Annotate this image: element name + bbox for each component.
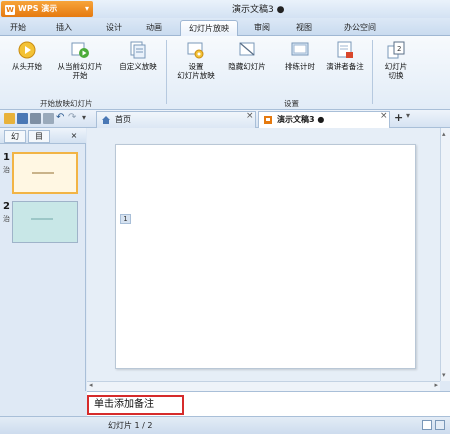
tab-design[interactable]: 设计: [102, 20, 126, 36]
ribbon-divider: [372, 40, 373, 104]
tab-slideshow[interactable]: 幻灯片放映: [180, 20, 238, 36]
slide-transition-button[interactable]: 2 幻灯片 切换: [376, 40, 416, 80]
menu-bar: 开始 插入 设计 动画 幻灯片放映 审阅 视图 办公空间: [0, 18, 450, 36]
tab-document-label: 演示文稿3 ●: [277, 115, 325, 124]
tab-outline[interactable]: 目: [28, 130, 50, 143]
setup-show-label-1: 设置: [188, 62, 204, 71]
custom-show-icon: [130, 41, 146, 59]
presenter-notes-icon: [337, 41, 353, 58]
from-current-label-1: 从当前幻灯片: [57, 62, 103, 71]
thumbnail-title-line: [31, 218, 53, 220]
play-icon: [18, 41, 36, 59]
tab-office-space[interactable]: 办公空间: [338, 20, 382, 36]
scroll-up-icon[interactable]: ▴: [442, 130, 446, 138]
notes-pane[interactable]: 单击添加备注: [87, 391, 450, 416]
chevron-down-icon: ▾: [84, 4, 89, 13]
custom-show-button[interactable]: 自定义放映: [114, 40, 162, 71]
slide-editor: 1: [87, 128, 440, 381]
normal-view-icon[interactable]: [422, 420, 432, 430]
hide-slide-label: 隐藏幻灯片: [228, 62, 266, 71]
slide-canvas[interactable]: [115, 144, 416, 369]
app-menu-button[interactable]: W WPS 演示 ▾: [1, 1, 93, 17]
slide-thumbnail-2[interactable]: [12, 201, 78, 243]
add-tab-button[interactable]: +: [394, 111, 403, 124]
custom-show-label: 自定义放映: [119, 62, 157, 71]
slide-thumbnail-pane: 幻 目 × 1 治 2 治: [0, 128, 86, 391]
setup-show-icon: [187, 42, 204, 59]
close-icon[interactable]: ×: [246, 111, 254, 121]
hide-slide-button[interactable]: 隐藏幻灯片: [224, 40, 270, 71]
svg-text:2: 2: [397, 45, 401, 53]
presenter-notes-button[interactable]: 演讲者备注: [322, 40, 368, 71]
slide-sub-label: 治: [3, 166, 10, 174]
tab-document[interactable]: 演示文稿3 ●: [258, 111, 390, 128]
horizontal-scrollbar[interactable]: ◂ ▸: [87, 381, 440, 391]
chevron-down-icon[interactable]: ▾: [406, 111, 410, 120]
slide-number: 2: [3, 201, 10, 212]
undo-icon[interactable]: ↶: [56, 113, 67, 124]
scroll-left-icon[interactable]: ◂: [89, 381, 93, 389]
presenter-notes-label: 演讲者备注: [326, 62, 364, 71]
slide-sub-label: 治: [3, 215, 10, 223]
tab-home-label: 首页: [115, 115, 131, 124]
setup-show-label-2: 幻灯片放映: [177, 71, 215, 80]
tab-home[interactable]: 首页: [96, 111, 256, 128]
rehearse-timing-label: 排练计时: [285, 62, 315, 71]
print-icon[interactable]: [30, 113, 41, 124]
redo-icon[interactable]: ↷: [68, 113, 79, 124]
tab-view[interactable]: 视图: [292, 20, 316, 36]
status-bar: 幻灯片 1 / 2: [0, 416, 450, 434]
tab-insert[interactable]: 插入: [52, 20, 76, 36]
tab-start[interactable]: 开始: [6, 20, 30, 36]
from-current-button[interactable]: 从当前幻灯片 开始: [52, 40, 108, 80]
slide-counter: 幻灯片 1 / 2: [108, 421, 153, 430]
slide-transition-label-2: 切换: [388, 71, 404, 80]
from-current-label-2: 开始: [72, 71, 88, 80]
pane-tabs: 幻 目 ×: [0, 128, 86, 144]
notes-placeholder[interactable]: 单击添加备注: [87, 395, 184, 415]
open-icon[interactable]: [4, 113, 15, 124]
wps-logo-icon: W: [5, 5, 15, 15]
tab-review[interactable]: 审阅: [250, 20, 274, 36]
group-label-setup: 设置: [284, 99, 299, 108]
save-icon[interactable]: [17, 113, 28, 124]
scroll-down-icon[interactable]: ▾: [442, 371, 446, 379]
from-start-label: 从头开始: [12, 62, 42, 71]
slide-sorter-view-icon[interactable]: [435, 420, 445, 430]
presentation-file-icon: [264, 116, 272, 124]
rehearse-timing-button[interactable]: 排练计时: [280, 40, 320, 71]
close-icon[interactable]: ×: [380, 111, 388, 121]
from-start-button[interactable]: 从头开始: [6, 40, 48, 71]
toolbar-row: ↶ ↷ ▾ 首页 × 演示文稿3 ● × + ▾: [0, 110, 450, 128]
app-name: WPS 演示: [18, 4, 58, 13]
slide-thumbnail-1[interactable]: [12, 152, 78, 194]
slide-transition-label-1: 幻灯片: [384, 62, 408, 71]
scroll-right-icon[interactable]: ▸: [434, 381, 438, 389]
group-label-start-show: 开始放映幻灯片: [40, 99, 93, 108]
ribbon: 从头开始 从当前幻灯片 开始 自定义放映 设置 幻灯片放映 隐藏幻灯片 排练计时…: [0, 36, 450, 110]
vertical-scrollbar[interactable]: ▴ ▾: [440, 128, 450, 381]
wps-presentation-window: W WPS 演示 ▾ 演示文稿3 ● 开始 插入 设计 动画 幻灯片放映 审阅 视…: [0, 0, 450, 434]
customize-toolbar-icon[interactable]: ▾: [82, 113, 93, 124]
window-title: 演示文稿3 ●: [232, 5, 285, 15]
thumbnail-title-line: [32, 172, 54, 174]
ribbon-divider: [166, 40, 167, 104]
title-bar: W WPS 演示 ▾ 演示文稿3 ●: [0, 0, 450, 18]
setup-show-button[interactable]: 设置 幻灯片放映: [170, 40, 222, 80]
play-from-current-icon: [71, 42, 89, 58]
close-icon[interactable]: ×: [66, 130, 82, 143]
slide-number: 1: [3, 152, 10, 163]
rehearse-timing-icon: [291, 42, 309, 56]
slide-transition-icon: 2: [387, 41, 405, 59]
hide-slide-icon: [239, 42, 255, 56]
tab-slides[interactable]: 幻: [4, 130, 26, 143]
placeholder-marker: 1: [120, 214, 131, 224]
home-icon: [102, 116, 110, 124]
tab-animation[interactable]: 动画: [142, 20, 166, 36]
print-preview-icon[interactable]: [43, 113, 54, 124]
